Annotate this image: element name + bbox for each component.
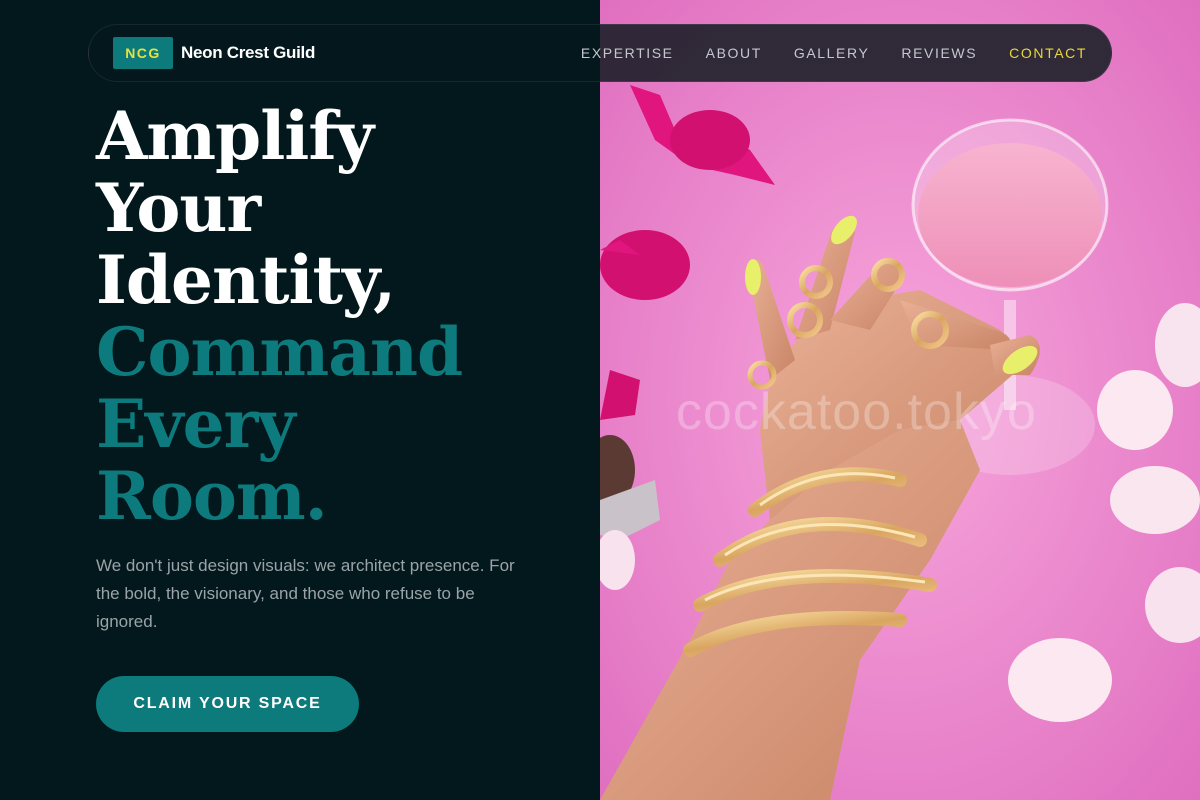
nav-link-expertise[interactable]: EXPERTISE [581, 45, 674, 61]
hero-photo: cockatoo.tokyo [600, 0, 1200, 800]
headline-line: Your [96, 169, 261, 247]
top-navigation: NCG Neon Crest Guild EXPERTISE ABOUT GAL… [88, 24, 1112, 82]
nav-link-reviews[interactable]: REVIEWS [901, 45, 977, 61]
claim-your-space-button[interactable]: CLAIM YOUR SPACE [96, 676, 359, 732]
nav-links: EXPERTISE ABOUT GALLERY REVIEWS CONTACT [549, 45, 1087, 61]
logo-badge[interactable]: NCG [113, 37, 173, 69]
nav-link-contact[interactable]: CONTACT [1009, 45, 1087, 61]
nav-link-gallery[interactable]: GALLERY [794, 45, 870, 61]
headline-line: Identity, [96, 241, 396, 319]
headline-line-accent: Room. [96, 457, 328, 535]
hero-subtext: We don't just design visuals: we archite… [96, 556, 515, 631]
nav-link-about[interactable]: ABOUT [706, 45, 762, 61]
headline-line-accent: Command [96, 313, 463, 391]
headline-line: Amplify [96, 97, 374, 175]
hero-left-panel: Amplify Your Identity, Command Every Roo… [0, 0, 600, 800]
hero-headline: Amplify Your Identity, Command Every Roo… [96, 97, 463, 535]
brand-name[interactable]: Neon Crest Guild [181, 43, 315, 63]
watermark-text: cockatoo.tokyo [676, 383, 1037, 441]
headline-line-accent: Every [96, 385, 296, 463]
